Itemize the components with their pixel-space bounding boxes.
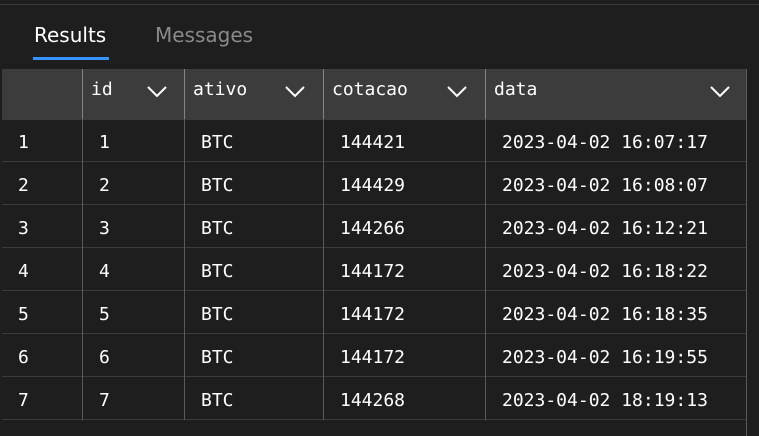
cell-id[interactable]: 4	[83, 248, 185, 291]
cell-data[interactable]: 2023-04-02 16:07:17	[486, 119, 747, 162]
cell-ativo[interactable]: BTC	[185, 248, 324, 291]
cell-ativo[interactable]: BTC	[185, 162, 324, 205]
cell-data[interactable]: 2023-04-02 16:18:22	[486, 248, 747, 291]
cell-id[interactable]: 1	[83, 119, 185, 162]
table-row[interactable]: 1 1 BTC 144421 2023-04-02 16:07:17	[2, 119, 747, 162]
grid-header: id ativo cotacao data	[2, 69, 747, 119]
cell-ativo[interactable]: BTC	[185, 291, 324, 334]
cell-value: 144172	[340, 304, 406, 325]
cell-ativo[interactable]: BTC	[185, 334, 324, 377]
row-number-cell[interactable]: 5	[2, 291, 83, 334]
cell-value: 2	[99, 175, 110, 196]
table-row[interactable]: 6 6 BTC 144172 2023-04-02 16:19:55	[2, 334, 747, 377]
cell-data[interactable]: 2023-04-02 18:19:13	[486, 377, 747, 420]
cell-value: 5	[99, 304, 110, 325]
cell-id[interactable]: 3	[83, 205, 185, 248]
cell-id[interactable]: 2	[83, 162, 185, 205]
row-number: 1	[18, 132, 29, 153]
cell-value: 6	[99, 347, 110, 368]
row-number-cell[interactable]: 4	[2, 248, 83, 291]
cell-value: 144421	[340, 132, 406, 153]
row-number-cell[interactable]: 2	[2, 162, 83, 205]
results-grid: id ativo cotacao data 1 1 BTC 144421 202…	[2, 69, 747, 436]
cell-data[interactable]: 2023-04-02 16:18:35	[486, 291, 747, 334]
cell-cotacao[interactable]: 144268	[324, 377, 486, 420]
cell-value: BTC	[201, 261, 234, 282]
tab-results[interactable]: Results	[34, 20, 106, 50]
chevron-down-icon[interactable]	[709, 83, 731, 99]
cell-cotacao[interactable]: 144172	[324, 334, 486, 377]
chevron-down-icon[interactable]	[446, 83, 468, 99]
cell-value: BTC	[201, 132, 234, 153]
column-header-label: data	[494, 79, 538, 100]
cell-value: 2023-04-02 16:19:55	[502, 347, 708, 368]
cell-value: 144172	[340, 261, 406, 282]
cell-value: 4	[99, 261, 110, 282]
cell-value: BTC	[201, 390, 234, 411]
cell-value: BTC	[201, 218, 234, 239]
cell-value: 2023-04-02 18:19:13	[502, 390, 708, 411]
cell-value: 3	[99, 218, 110, 239]
cell-cotacao[interactable]: 144421	[324, 119, 486, 162]
row-number: 5	[18, 304, 29, 325]
column-header-label: ativo	[193, 79, 248, 100]
column-header-data[interactable]: data	[486, 69, 747, 119]
row-number-cell[interactable]: 6	[2, 334, 83, 377]
row-number: 3	[18, 218, 29, 239]
cell-value: BTC	[201, 304, 234, 325]
cell-data[interactable]: 2023-04-02 16:08:07	[486, 162, 747, 205]
tab-messages[interactable]: Messages	[155, 20, 253, 50]
cell-data[interactable]: 2023-04-02 16:19:55	[486, 334, 747, 377]
cell-ativo[interactable]: BTC	[185, 119, 324, 162]
cell-data[interactable]: 2023-04-02 16:12:21	[486, 205, 747, 248]
cell-ativo[interactable]: BTC	[185, 205, 324, 248]
cell-cotacao[interactable]: 144429	[324, 162, 486, 205]
cell-value: 144268	[340, 390, 406, 411]
row-number-cell[interactable]: 3	[2, 205, 83, 248]
cell-value: 144266	[340, 218, 406, 239]
cell-value: BTC	[201, 347, 234, 368]
cell-id[interactable]: 7	[83, 377, 185, 420]
cell-value: 7	[99, 390, 110, 411]
active-tab-indicator	[33, 57, 109, 60]
cell-cotacao[interactable]: 144266	[324, 205, 486, 248]
chevron-down-icon[interactable]	[146, 83, 168, 99]
cell-value: 2023-04-02 16:07:17	[502, 132, 708, 153]
grid-right-border	[746, 69, 747, 436]
row-number: 4	[18, 261, 29, 282]
row-number: 6	[18, 347, 29, 368]
column-header-cotacao[interactable]: cotacao	[324, 69, 486, 119]
cell-value: 1	[99, 132, 110, 153]
table-row[interactable]: 4 4 BTC 144172 2023-04-02 16:18:22	[2, 248, 747, 291]
row-number-header[interactable]	[2, 69, 83, 119]
row-number: 7	[18, 390, 29, 411]
cell-value: 2023-04-02 16:08:07	[502, 175, 708, 196]
results-tab-bar: Results Messages	[0, 5, 759, 69]
cell-value: 144429	[340, 175, 406, 196]
cell-ativo[interactable]: BTC	[185, 377, 324, 420]
column-header-ativo[interactable]: ativo	[185, 69, 324, 119]
column-header-label: id	[91, 79, 113, 100]
table-row[interactable]: 2 2 BTC 144429 2023-04-02 16:08:07	[2, 162, 747, 205]
column-header-id[interactable]: id	[83, 69, 185, 119]
row-number-cell[interactable]: 1	[2, 119, 83, 162]
table-row[interactable]: 3 3 BTC 144266 2023-04-02 16:12:21	[2, 205, 747, 248]
cell-id[interactable]: 5	[83, 291, 185, 334]
row-number: 2	[18, 175, 29, 196]
cell-value: BTC	[201, 175, 234, 196]
table-row[interactable]: 5 5 BTC 144172 2023-04-02 16:18:35	[2, 291, 747, 334]
column-header-label: cotacao	[332, 79, 408, 100]
cell-value: 2023-04-02 16:12:21	[502, 218, 708, 239]
cell-value: 2023-04-02 16:18:22	[502, 261, 708, 282]
table-row[interactable]: 7 7 BTC 144268 2023-04-02 18:19:13	[2, 377, 747, 420]
cell-cotacao[interactable]: 144172	[324, 248, 486, 291]
chevron-down-icon[interactable]	[284, 83, 306, 99]
row-number-cell[interactable]: 7	[2, 377, 83, 420]
cell-cotacao[interactable]: 144172	[324, 291, 486, 334]
cell-value: 144172	[340, 347, 406, 368]
cell-value: 2023-04-02 16:18:35	[502, 304, 708, 325]
cell-id[interactable]: 6	[83, 334, 185, 377]
